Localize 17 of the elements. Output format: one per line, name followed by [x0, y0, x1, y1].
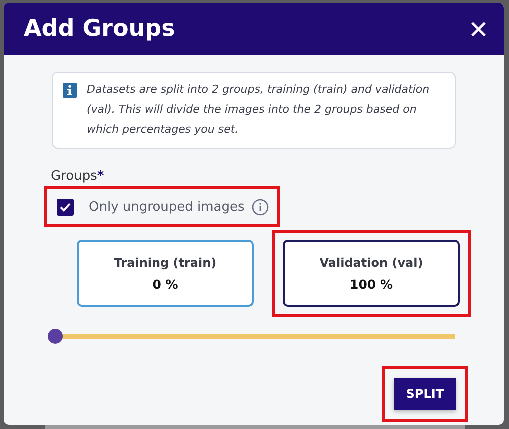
group-card[interactable]: Training (train) 0 %: [77, 240, 254, 307]
group-percentage: 0 %: [152, 276, 178, 292]
group-card[interactable]: Validation (val) 100 %: [283, 240, 460, 307]
groups-label: Groups*: [51, 169, 106, 184]
info-icon: [252, 199, 269, 216]
group-name: Training (train): [114, 256, 217, 270]
info-icon: [63, 83, 77, 98]
group-percentage: 100 %: [350, 276, 393, 292]
info-text: Datasets are split into 2 groups, training (train) and validation (val). This will divide the images into the 2 groups based on which percentages you set.: [87, 82, 431, 138]
slider-thumb[interactable]: [48, 329, 63, 344]
group-name: Validation (val): [320, 256, 424, 270]
split-button[interactable]: SPLIT: [394, 378, 456, 410]
checkbox[interactable]: [57, 199, 74, 216]
check-icon: [60, 203, 71, 212]
dialog-title: Add Groups: [24, 16, 176, 42]
checkbox-label: Only ungrouped images: [89, 200, 245, 215]
close-button[interactable]: ×: [469, 13, 488, 45]
